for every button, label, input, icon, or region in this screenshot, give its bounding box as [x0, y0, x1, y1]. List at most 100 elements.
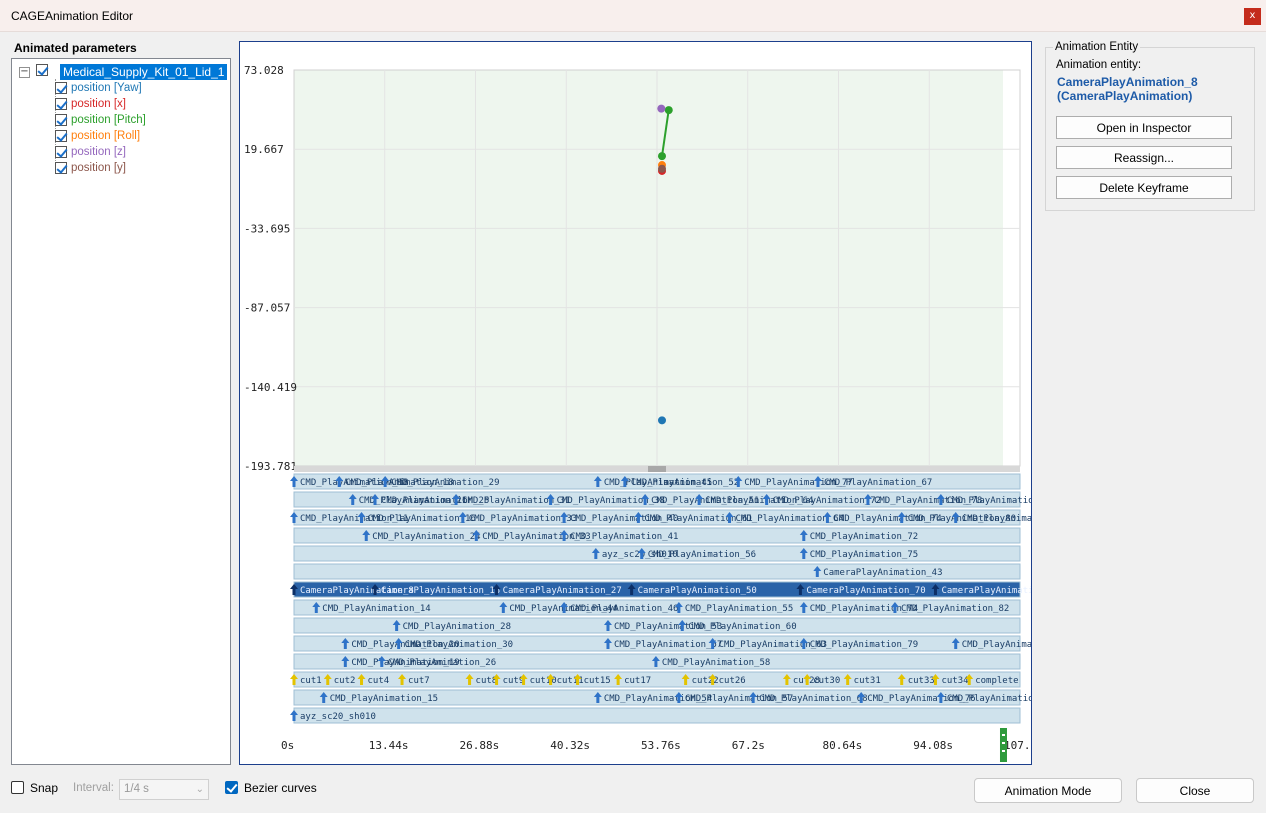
keyframe-point[interactable]: [657, 104, 666, 113]
event-label: cut7: [408, 676, 430, 686]
x-tick-label: 94.08s: [913, 739, 953, 752]
parameter-label: position [z]: [71, 146, 126, 158]
playhead-grip: [1001, 734, 1005, 736]
delete-keyframe-button[interactable]: Delete Keyframe: [1056, 176, 1232, 199]
event-label: CameraPlayAnimation_50: [638, 586, 757, 596]
open-in-inspector-button[interactable]: Open in Inspector: [1056, 116, 1232, 139]
parameter-tree[interactable]: − Medical_Supply_Kit_01_Lid_1 position […: [11, 58, 231, 765]
x-tick-label: 40.32s: [550, 739, 590, 752]
parameter-label: position [Roll]: [71, 130, 141, 142]
x-tick-label: 107.5: [1004, 739, 1031, 752]
event-label: CMD_PlayAnimation_24: [372, 532, 480, 542]
event-label: CameraPlayAnimation_27: [503, 586, 622, 596]
parameter-checkbox[interactable]: [55, 82, 67, 94]
event-label: CMD_PlayAnimation_26: [388, 658, 496, 668]
playhead-marker[interactable]: [999, 728, 1007, 762]
y-tick-label: -33.695: [244, 222, 290, 235]
event-label: CMD_PlayAnimation_46: [570, 604, 678, 614]
title-bar: CAGEAnimation Editor x: [0, 0, 1266, 32]
x-tick-label: 26.88s: [460, 739, 500, 752]
curve-graph[interactable]: 73.028 19.667 -33.695 -87.057 -140.419 -193.7…: [240, 42, 1031, 764]
event-label: CMD_PlayAnimation_75: [810, 550, 918, 560]
keyframe-point[interactable]: [664, 106, 673, 115]
collapse-icon[interactable]: −: [19, 67, 30, 78]
active-time-region: [294, 70, 1003, 466]
event-label: CMD_PlayAnimation_72: [773, 496, 881, 506]
y-tick-label: -140.419: [244, 381, 297, 394]
parameter-item[interactable]: position [y]: [12, 160, 230, 176]
root-checkbox[interactable]: [36, 64, 48, 76]
parameter-label: position [x]: [71, 98, 126, 110]
event-label: cut1: [300, 676, 322, 686]
parameter-label: position [Pitch]: [71, 114, 146, 126]
close-button[interactable]: Close: [1136, 778, 1254, 803]
y-tick-label: -87.057: [244, 302, 290, 315]
interval-value: 1/4 s: [124, 783, 149, 795]
event-label: CMD_PlayAnimation_29: [391, 478, 499, 488]
parameter-item[interactable]: position [z]: [12, 144, 230, 160]
parameter-item[interactable]: position [x]: [12, 96, 230, 112]
timeline-track[interactable]: [293, 707, 1021, 724]
bezier-curves-checkbox[interactable]: [225, 781, 238, 794]
chevron-down-icon: ⌄: [195, 784, 204, 795]
event-label: cut31: [854, 676, 881, 686]
interval-label: Interval:: [73, 782, 114, 794]
parameter-item[interactable]: position [Roll]: [12, 128, 230, 144]
event-label: complete: [975, 676, 1018, 686]
event-label: cut17: [624, 676, 651, 686]
event-label: CMD_PlayAnimation_28: [403, 622, 511, 632]
parameter-checkbox[interactable]: [55, 130, 67, 142]
event-label: CameraPlayAnimation_43: [823, 568, 942, 578]
y-tick-label: 19.667: [244, 143, 284, 156]
parameter-checkbox[interactable]: [55, 114, 67, 126]
event-label: CMD_PlayAnimation_58: [662, 658, 770, 668]
keyframe-point[interactable]: [657, 416, 666, 425]
parameter-checkbox[interactable]: [55, 162, 67, 174]
tree-root-node[interactable]: Medical_Supply_Kit_01_Lid_1: [60, 64, 228, 80]
event-label: CMD_PlayAnimation_60: [688, 622, 796, 632]
entity-name-line: CameraPlayAnimation_8: [1057, 75, 1198, 89]
x-tick-label: 0s: [281, 739, 294, 752]
playhead-grip: [1001, 750, 1005, 752]
snap-label: Snap: [30, 781, 59, 795]
entity-type-line: (CameraPlayAnimation): [1057, 89, 1193, 103]
playhead-grip: [1001, 742, 1005, 744]
curve-graph-panel[interactable]: 73.028 19.667 -33.695 -87.057 -140.419 -193.7…: [239, 41, 1032, 765]
parameter-item[interactable]: position [Pitch]: [12, 112, 230, 128]
event-label: CMD_PlayAnimation_16: [368, 514, 476, 524]
keyframe-point[interactable]: [657, 164, 666, 173]
event-label: CMD_PlayAnimation_38: [557, 496, 665, 506]
event-label: CMD_PlayAnimation_14: [322, 604, 430, 614]
event-label: CMD_PlayAnimation_67: [824, 478, 932, 488]
event-label: CMD_PlayAnimation_56: [648, 550, 756, 560]
event-label: ayz_sc20_sh010: [300, 712, 376, 722]
event-label: CMD_PlayAnimation_41: [570, 532, 678, 542]
event-label: CameraPlayAnimation_84: [941, 586, 1031, 596]
event-label: CMD_PlayAnimation_52: [631, 478, 739, 488]
parameter-checkbox[interactable]: [55, 146, 67, 158]
event-label: CMD_PlayAnimation_57: [614, 640, 722, 650]
x-tick-label: 67.2s: [732, 739, 765, 752]
event-label: cut33: [908, 676, 935, 686]
event-label: CMD_PlayAnimation_68: [759, 694, 867, 704]
event-label: CMD_PlayAnimation_83: [962, 640, 1031, 650]
parameter-label: position [y]: [71, 162, 126, 174]
event-label: cut4: [368, 676, 390, 686]
animation-mode-button[interactable]: Animation Mode: [974, 778, 1122, 803]
event-label: CameraPlayAnimation_70: [806, 586, 925, 596]
animation-entity-label: Animation entity:: [1056, 59, 1142, 71]
event-label: CameraPlayAnimation_13: [381, 586, 500, 596]
keyframe-point[interactable]: [657, 152, 666, 161]
window-title: CAGEAnimation Editor: [11, 9, 134, 23]
animation-entity-name: CameraPlayAnimation_8 (CameraPlayAnimati…: [1057, 75, 1198, 103]
x-tick-label: 80.64s: [823, 739, 863, 752]
parameter-item[interactable]: position [Yaw]: [12, 80, 230, 96]
snap-checkbox[interactable]: [11, 781, 24, 794]
event-label: cut2: [334, 676, 356, 686]
y-tick-label: -193.781: [244, 460, 297, 473]
parameter-checkbox[interactable]: [55, 98, 67, 110]
reassign-button[interactable]: Reassign...: [1056, 146, 1232, 169]
interval-select[interactable]: 1/4 s ⌄: [119, 779, 209, 800]
bezier-curves-label: Bezier curves: [244, 781, 317, 795]
close-window-icon[interactable]: x: [1244, 8, 1261, 25]
